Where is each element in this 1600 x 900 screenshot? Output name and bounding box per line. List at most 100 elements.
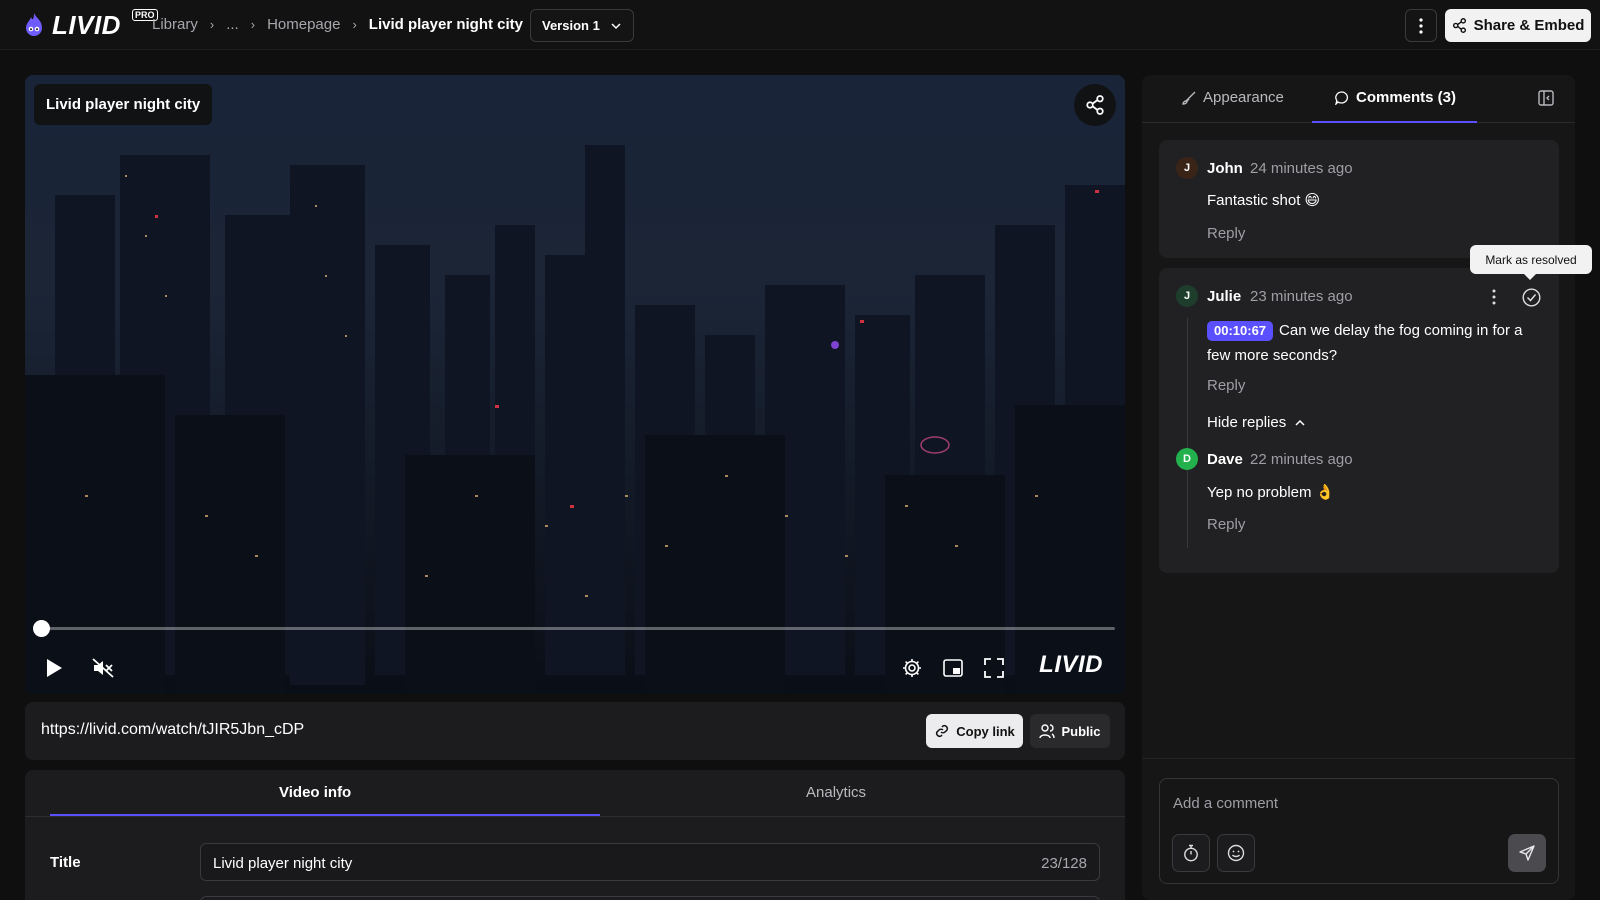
kebab-menu-icon[interactable] (1492, 289, 1496, 305)
title-input[interactable]: Livid player night city 23/128 (200, 843, 1100, 881)
pip-icon (943, 659, 963, 677)
tab-video-info[interactable]: Video info (279, 784, 351, 801)
chevron-right-icon: › (209, 17, 215, 32)
chevron-up-icon (1295, 419, 1305, 426)
hide-replies-toggle[interactable]: Hide replies (1207, 414, 1306, 431)
reply-link[interactable]: Reply (1207, 377, 1245, 394)
comment-time: 23 minutes ago (1250, 288, 1353, 305)
comment-icon (1335, 90, 1348, 105)
tab-analytics[interactable]: Analytics (806, 784, 866, 801)
version-dropdown[interactable]: Version 1 (530, 9, 634, 42)
comment-card: J John 24 minutes ago Fantastic shot 😄 R… (1159, 140, 1559, 258)
breadcrumb-ellipsis[interactable]: ... (226, 16, 239, 33)
comment-composer[interactable]: Add a comment (1159, 778, 1559, 884)
users-icon (1039, 724, 1056, 739)
emoji-icon (1227, 844, 1245, 862)
mark-resolved-tooltip: Mark as resolved (1470, 245, 1592, 280)
visibility-button[interactable]: Public (1030, 714, 1110, 748)
comment-time: 24 minutes ago (1250, 160, 1353, 177)
timestamp-button[interactable] (1172, 834, 1210, 872)
version-label: Version 1 (542, 18, 600, 33)
video-share-button[interactable] (1074, 84, 1116, 126)
progress-handle[interactable] (33, 620, 50, 637)
comment-thread-card: J Julie 23 minutes ago 00:10:67 Can we de… (1159, 268, 1559, 573)
settings-button[interactable] (897, 653, 927, 683)
more-options-button[interactable] (1405, 9, 1437, 42)
kebab-menu-icon (1419, 17, 1423, 34)
thread-line (1187, 318, 1188, 548)
tab-comments[interactable]: Comments (3) (1335, 89, 1456, 106)
comment-text: 00:10:67 Can we delay the fog coming in f… (1207, 318, 1542, 368)
info-tabs: Video info Analytics (25, 770, 1125, 817)
comment-author: John (1207, 160, 1243, 177)
collapse-panel-icon[interactable] (1537, 89, 1555, 107)
tab-appearance[interactable]: Appearance (1182, 89, 1284, 106)
top-bar: LIVID PRO Library › ... › Homepage › Liv… (0, 0, 1600, 50)
play-button[interactable] (39, 653, 69, 683)
reply-time: 22 minutes ago (1250, 451, 1353, 468)
sidebar-tabs: Appearance Comments (3) (1142, 75, 1575, 123)
chevron-right-icon: › (250, 17, 256, 32)
next-field[interactable] (200, 896, 1100, 900)
breadcrumb-current: Livid player night city (368, 16, 523, 33)
avatar: D (1176, 448, 1198, 470)
share-embed-button[interactable]: Share & Embed (1445, 9, 1591, 42)
share-url[interactable]: https://livid.com/watch/tJIR5Jbn_cDP (41, 721, 304, 739)
player-watermark-logo[interactable]: LIVID (1039, 651, 1103, 679)
app-logo[interactable]: LIVID PRO (22, 9, 158, 41)
title-input-value: Livid player night city (213, 855, 353, 872)
chevron-down-icon (611, 22, 621, 29)
avatar: J (1176, 285, 1198, 307)
reply-link[interactable]: Reply (1207, 516, 1245, 533)
timestamp-badge[interactable]: 00:10:67 (1207, 321, 1274, 341)
reply-author: Dave (1207, 451, 1243, 468)
stopwatch-icon (1184, 844, 1198, 862)
breadcrumb-homepage[interactable]: Homepage (267, 16, 340, 33)
tab-comments-label: Comments (3) (1356, 89, 1457, 106)
video-info-panel: Video info Analytics Title Livid player … (25, 770, 1125, 900)
emoji-button[interactable] (1217, 834, 1255, 872)
reply-link[interactable]: Reply (1207, 225, 1245, 242)
fullscreen-icon (984, 658, 1004, 678)
video-progress-bar[interactable] (33, 620, 1115, 637)
mute-button[interactable] (88, 653, 118, 683)
right-sidebar: Appearance Comments (3) J John 24 minute… (1142, 75, 1575, 900)
share-embed-label: Share & Embed (1473, 17, 1585, 34)
visibility-label: Public (1061, 723, 1101, 739)
reply-text: Yep no problem 👌 (1207, 484, 1335, 501)
tab-appearance-label: Appearance (1203, 89, 1284, 106)
divider (1142, 758, 1575, 759)
active-tab-indicator (1312, 121, 1477, 123)
video-player[interactable]: Livid player night city LIVID (25, 75, 1125, 694)
mute-icon (92, 658, 114, 678)
link-icon (936, 724, 949, 738)
breadcrumb-library[interactable]: Library (152, 16, 198, 33)
logo-wordmark: LIVID (52, 10, 121, 40)
brush-icon (1182, 91, 1196, 105)
hide-replies-label: Hide replies (1207, 414, 1287, 431)
comment-input-placeholder[interactable]: Add a comment (1173, 795, 1278, 812)
video-title-overlay: Livid player night city (34, 84, 213, 125)
send-comment-button[interactable] (1508, 834, 1546, 872)
chevron-right-icon: › (352, 17, 357, 32)
video-frame (25, 75, 1125, 694)
copy-link-button[interactable]: Copy link (926, 714, 1023, 748)
avatar: J (1176, 157, 1198, 179)
comment-author: Julie (1207, 288, 1242, 305)
resolve-check-icon[interactable] (1522, 288, 1541, 307)
send-icon (1519, 845, 1535, 861)
flame-logo-icon (26, 12, 42, 36)
title-field-label: Title (50, 854, 81, 871)
share-link-bar: https://livid.com/watch/tJIR5Jbn_cDP Cop… (25, 702, 1125, 760)
fullscreen-button[interactable] (979, 653, 1009, 683)
breadcrumb: Library › ... › Homepage › Livid player … (152, 16, 523, 33)
play-icon (47, 659, 62, 677)
share-icon (1452, 18, 1466, 33)
pip-button[interactable] (938, 653, 968, 683)
title-char-count: 23/128 (1041, 855, 1087, 872)
settings-icon (903, 659, 921, 677)
copy-link-label: Copy link (956, 723, 1015, 739)
active-tab-indicator (50, 814, 600, 816)
comment-text: Fantastic shot 😄 (1207, 192, 1321, 209)
share-icon (1086, 95, 1104, 115)
